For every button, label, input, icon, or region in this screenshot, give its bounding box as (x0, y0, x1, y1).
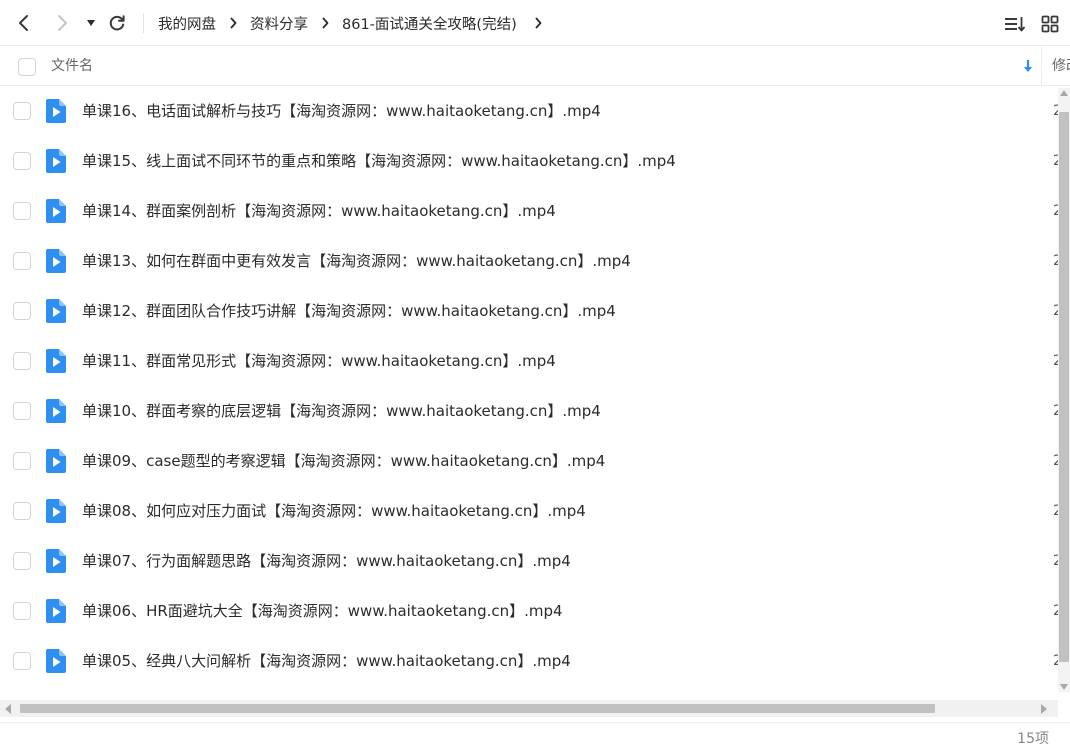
table-row[interactable]: 单课07、行为面解题思路【海淘资源网：www.haitaoketang.cn】.… (0, 536, 1058, 586)
row-checkbox[interactable] (13, 452, 31, 470)
select-all-checkbox[interactable] (18, 58, 36, 76)
table-row[interactable]: 单课08、如何应对压力面试【海淘资源网：www.haitaoketang.cn】… (0, 486, 1058, 536)
file-name[interactable]: 单课15、线上面试不同环节的重点和策略【海淘资源网：www.haitaoketa… (82, 136, 676, 186)
table-row[interactable]: 单课06、HR面避坑大全【海淘资源网：www.haitaoketang.cn】.… (0, 586, 1058, 636)
scroll-down-arrow-icon[interactable] (1060, 684, 1068, 690)
video-file-icon (46, 449, 66, 473)
view-mode-button[interactable] (1038, 12, 1062, 36)
chevron-right-icon (58, 15, 67, 31)
table-row[interactable]: 单课11、群面常见形式【海淘资源网：www.haitaoketang.cn】.m… (0, 336, 1058, 386)
file-name[interactable]: 单课11、群面常见形式【海淘资源网：www.haitaoketang.cn】.m… (82, 336, 556, 386)
file-name[interactable]: 单课08、如何应对压力面试【海淘资源网：www.haitaoketang.cn】… (82, 486, 586, 536)
file-name[interactable]: 单课06、HR面避坑大全【海淘资源网：www.haitaoketang.cn】.… (82, 586, 563, 636)
file-name[interactable]: 单课10、群面考察的底层逻辑【海淘资源网：www.haitaoketang.cn… (82, 386, 601, 436)
file-list: 单课16、电话面试解析与技巧【海淘资源网：www.haitaoketang.cn… (0, 86, 1058, 698)
table-row[interactable]: 单课09、case题型的考察逻辑【海淘资源网：www.haitaoketang.… (0, 436, 1058, 486)
back-button[interactable] (10, 9, 38, 37)
breadcrumb-separator-icon (229, 17, 237, 29)
breadcrumb-separator-icon (321, 17, 329, 29)
video-file-icon (46, 299, 66, 323)
scroll-up-arrow-icon[interactable] (1060, 90, 1068, 96)
file-name[interactable]: 单课16、电话面试解析与技巧【海淘资源网：www.haitaoketang.cn… (82, 86, 601, 136)
breadcrumb-item-current-folder[interactable]: 861-面试通关全攻略(完结) (342, 13, 517, 34)
video-file-icon (46, 99, 66, 123)
video-file-icon (46, 349, 66, 373)
item-count: 15项 (1017, 731, 1049, 747)
video-file-icon (46, 199, 66, 223)
row-checkbox[interactable] (13, 152, 31, 170)
breadcrumb-item-shared[interactable]: 资料分享 (250, 13, 308, 34)
caret-down-icon (87, 20, 95, 26)
vertical-scrollbar[interactable] (1058, 88, 1070, 692)
refresh-icon (109, 15, 125, 31)
horizontal-scroll-thumb[interactable] (20, 704, 935, 713)
table-row[interactable]: 单课05、经典八大问解析【海淘资源网：www.haitaoketang.cn】.… (0, 636, 1058, 686)
grid-view-icon (1041, 15, 1059, 33)
history-dropdown-button[interactable] (78, 9, 104, 37)
column-header-name[interactable]: 文件名 (51, 47, 93, 86)
table-row[interactable]: 单课14、群面案例剖析【海淘资源网：www.haitaoketang.cn】.m… (0, 186, 1058, 236)
status-bar: 15项 (0, 722, 1070, 754)
table-row[interactable]: 单课16、电话面试解析与技巧【海淘资源网：www.haitaoketang.cn… (0, 86, 1058, 136)
file-name[interactable]: 单课07、行为面解题思路【海淘资源网：www.haitaoketang.cn】.… (82, 536, 571, 586)
file-name[interactable]: 单课14、群面案例剖析【海淘资源网：www.haitaoketang.cn】.m… (82, 186, 556, 236)
video-file-icon (46, 399, 66, 423)
row-checkbox[interactable] (13, 602, 31, 620)
video-file-icon (46, 649, 66, 673)
sort-list-icon (1005, 17, 1026, 32)
column-divider[interactable] (1041, 47, 1042, 86)
column-header-modified[interactable]: 修改 (1052, 47, 1070, 86)
file-name[interactable]: 单课05、经典八大问解析【海淘资源网：www.haitaoketang.cn】.… (82, 636, 571, 686)
table-row[interactable]: 单课10、群面考察的底层逻辑【海淘资源网：www.haitaoketang.cn… (0, 386, 1058, 436)
row-checkbox[interactable] (13, 552, 31, 570)
row-checkbox[interactable] (13, 652, 31, 670)
scroll-right-arrow-icon[interactable] (1041, 704, 1047, 714)
refresh-button[interactable] (103, 9, 131, 37)
row-checkbox[interactable] (13, 302, 31, 320)
file-name[interactable]: 单课12、群面团队合作技巧讲解【海淘资源网：www.haitaoketang.c… (82, 286, 616, 336)
table-row[interactable]: 单课15、线上面试不同环节的重点和策略【海淘资源网：www.haitaoketa… (0, 136, 1058, 186)
file-name[interactable]: 单课13、如何在群面中更有效发言【海淘资源网：www.haitaoketang.… (82, 236, 631, 286)
row-checkbox[interactable] (13, 202, 31, 220)
video-file-icon (46, 599, 66, 623)
breadcrumb-expand-icon[interactable] (534, 17, 542, 29)
sort-button[interactable] (1003, 12, 1027, 36)
file-name[interactable]: 单课09、case题型的考察逻辑【海淘资源网：www.haitaoketang.… (82, 436, 605, 486)
breadcrumb: 我的网盘 资料分享 861-面试通关全攻略(完结) (158, 0, 555, 46)
breadcrumb-item-my-drive[interactable]: 我的网盘 (158, 13, 216, 34)
toolbar-divider (143, 13, 144, 33)
scroll-left-arrow-icon[interactable] (5, 704, 11, 714)
file-list-header: 文件名 修改 (0, 47, 1070, 86)
chevron-left-icon (19, 15, 28, 31)
table-row[interactable]: 单课12、群面团队合作技巧讲解【海淘资源网：www.haitaoketang.c… (0, 286, 1058, 336)
row-checkbox[interactable] (13, 352, 31, 370)
row-checkbox[interactable] (13, 502, 31, 520)
row-checkbox[interactable] (13, 102, 31, 120)
vertical-scroll-thumb[interactable] (1059, 112, 1069, 662)
sort-descending-icon[interactable] (1021, 58, 1035, 74)
top-navigation-bar: 我的网盘 资料分享 861-面试通关全攻略(完结) (0, 0, 1070, 46)
row-checkbox[interactable] (13, 402, 31, 420)
video-file-icon (46, 149, 66, 173)
forward-button[interactable] (48, 9, 76, 37)
video-file-icon (46, 499, 66, 523)
video-file-icon (46, 249, 66, 273)
row-checkbox[interactable] (13, 252, 31, 270)
table-row[interactable]: 单课13、如何在群面中更有效发言【海淘资源网：www.haitaoketang.… (0, 236, 1058, 286)
video-file-icon (46, 549, 66, 573)
horizontal-scrollbar[interactable] (0, 700, 1058, 717)
